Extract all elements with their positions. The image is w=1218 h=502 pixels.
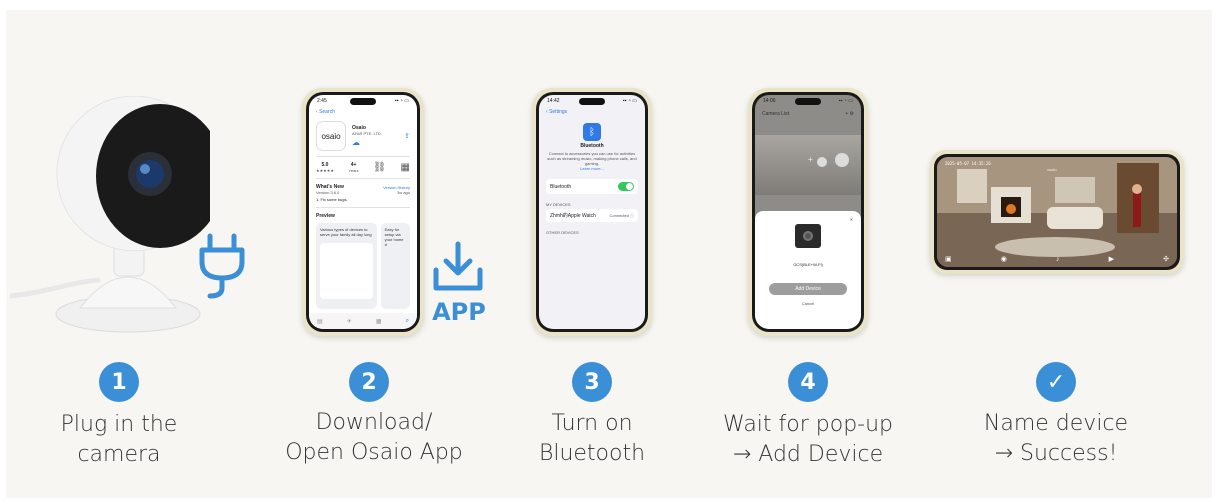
- status-time: 14:06: [763, 98, 776, 104]
- live-timestamp: 2025-05-07 14:35:26: [945, 161, 991, 166]
- back-search-link[interactable]: ‹ Search: [316, 109, 410, 115]
- learn-more-link[interactable]: Learn more...: [546, 166, 638, 171]
- record-icon[interactable]: ▶: [1109, 255, 1114, 263]
- watermark: osaio: [1047, 167, 1057, 172]
- device-name: Zhmh的Apple Watch: [550, 213, 596, 219]
- step-4-caption: Wait for pop-up → Add Device: [722, 412, 894, 467]
- camera-list-title: Camera List: [762, 111, 789, 117]
- version-ago: 3w ago: [397, 190, 410, 195]
- developer-name: AFAR PTE. LTD.: [352, 131, 382, 136]
- living-room-scene: [937, 157, 1177, 267]
- camera-product-image: [9, 95, 224, 346]
- step-2-badge: 2: [349, 362, 389, 402]
- plug-icon: [196, 232, 248, 302]
- app-store-tab-bar: ▤ ✈ ▦ ⌕: [309, 313, 417, 329]
- camera-icon[interactable]: ◉: [1001, 255, 1007, 263]
- step-2-caption: Download/Open Osaio App: [285, 410, 463, 465]
- apps-tab-icon[interactable]: ▦: [376, 318, 382, 325]
- search-tab-icon[interactable]: ⌕: [406, 318, 409, 325]
- version-history-link[interactable]: Version History: [383, 185, 410, 190]
- settings-icon[interactable]: ✣: [1163, 255, 1169, 263]
- status-time: 14:42: [547, 98, 560, 104]
- app-stats-row: 5.0 ★★★★★ 4+ Years ⛓ ▦: [316, 162, 410, 173]
- close-icon[interactable]: ✕: [763, 217, 853, 222]
- phone-bluetooth: 14:42 ▪▪ ◔ ▭ ‹ Settings ᛒ Bluetooth Conne…: [532, 88, 652, 336]
- app-label: APP: [432, 298, 486, 326]
- fix-note: 1. Fix some bugs.: [316, 197, 348, 202]
- phone-live-view: 2025-05-07 14:35:26 osaio ▣ ◉ ♪ ▶ ✣: [930, 150, 1184, 274]
- camera-device-icon: [795, 224, 821, 248]
- bluetooth-title: Bluetooth: [580, 143, 604, 149]
- add-icon[interactable]: + ⚙: [845, 111, 854, 117]
- bluetooth-toggle-label: Bluetooth: [550, 183, 572, 190]
- preview-card-2[interactable]: Easy for setup via your home d: [380, 223, 410, 309]
- camera-illustration: [9, 95, 224, 333]
- info-icon[interactable]: ⓘ: [630, 213, 634, 218]
- games-tab-icon[interactable]: ✈: [347, 318, 352, 325]
- back-settings-link[interactable]: ‹ Settings: [546, 109, 638, 115]
- live-control-bar: ▣ ◉ ♪ ▶ ✣: [945, 255, 1169, 264]
- step-4-badge: 4: [788, 362, 828, 402]
- cloud-download-icon[interactable]: ☁: [352, 138, 382, 147]
- camera-list-banner: +: [755, 135, 861, 195]
- device-status: Connected: [609, 212, 629, 218]
- preview-card-1[interactable]: Various types of devices to serve your f…: [316, 223, 377, 309]
- microphone-icon[interactable]: ♪: [1056, 256, 1060, 263]
- cancel-link[interactable]: Cancel: [763, 301, 853, 306]
- step-1-caption: Plug in the camera: [60, 412, 178, 467]
- device-row[interactable]: Zhmh的Apple Watch Connected ⓘ: [546, 209, 638, 222]
- today-tab-icon[interactable]: ▤: [317, 318, 323, 325]
- step-1-badge: 1: [99, 362, 139, 402]
- version-label: Version 3.6.0: [316, 190, 340, 195]
- app-store-screen: 2:45 ▪▪ ◔ ▭ ‹ Search osaio Osaio AFAR PTE…: [309, 95, 417, 329]
- phone-add-device: 14:06 ▪▪ ◔ ▭ Camera List + ⚙ + ✕ GCS(BLE+…: [748, 88, 868, 336]
- step-5-caption: Name device → Success!: [983, 411, 1129, 466]
- add-device-button[interactable]: Add Device: [769, 283, 847, 295]
- success-check-badge: ✓: [1036, 362, 1076, 402]
- screenshot-icon[interactable]: ▣: [945, 255, 952, 263]
- bluetooth-icon: ᛒ: [583, 123, 601, 141]
- bluetooth-screen: 14:42 ▪▪ ◔ ▭ ‹ Settings ᛒ Bluetooth Conne…: [539, 95, 645, 329]
- status-time: 2:45: [317, 98, 327, 104]
- step-3-caption: Turn on Bluetooth: [538, 411, 646, 466]
- live-view-screen: 2025-05-07 14:35:26 osaio ▣ ◉ ♪ ▶ ✣: [937, 157, 1177, 267]
- other-devices-header: OTHER DEVICES: [546, 230, 579, 235]
- osaio-app-icon: osaio: [316, 121, 346, 151]
- preview-title: Preview: [316, 213, 335, 219]
- phone-app-store: 2:45 ▪▪ ◔ ▭ ‹ Search osaio Osaio AFAR PTE…: [302, 88, 424, 336]
- download-icon: [430, 240, 486, 296]
- share-icon[interactable]: ⇪: [404, 132, 410, 140]
- camera-list-screen: 14:06 ▪▪ ◔ ▭ Camera List + ⚙ + ✕ GCS(BLE+…: [755, 95, 861, 329]
- bluetooth-description: Connect to accessories you can use for a…: [547, 151, 637, 166]
- my-devices-header: MY DEVICES: [546, 202, 571, 207]
- bluetooth-toggle[interactable]: [618, 182, 634, 191]
- device-id: GCS(BLE+W-Fi): [793, 262, 823, 267]
- add-device-popup: ✕ GCS(BLE+W-Fi) Add Device Cancel: [755, 211, 861, 329]
- step-3-badge: 3: [572, 362, 612, 402]
